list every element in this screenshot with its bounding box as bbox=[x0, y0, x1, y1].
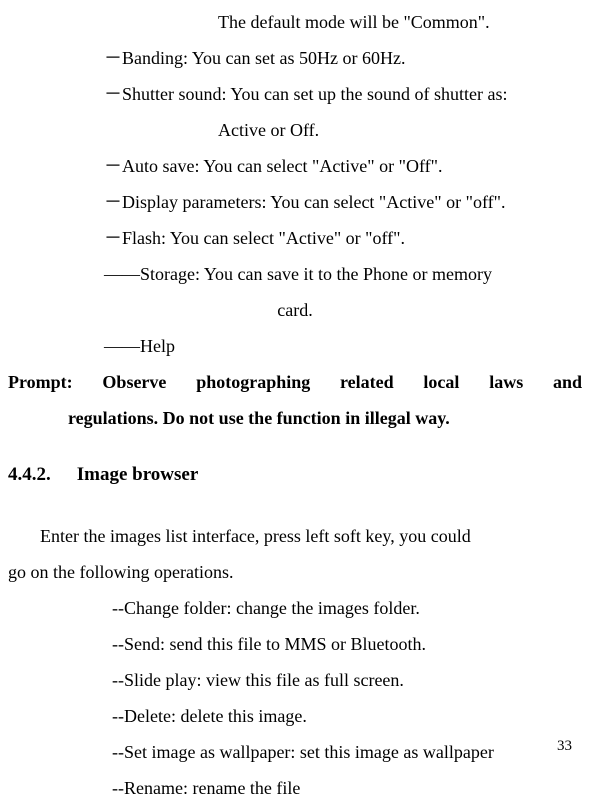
body-paragraph-1: Enter the images list interface, press l… bbox=[8, 518, 582, 554]
setting-banding: －Banding: You can set as 50Hz or 60Hz. bbox=[8, 40, 582, 76]
op-delete: --Delete: delete this image. bbox=[8, 698, 582, 734]
section-title: Image browser bbox=[77, 464, 199, 485]
op-rename: --Rename: rename the file bbox=[8, 770, 582, 806]
setting-shutter-cont: Active or Off. bbox=[8, 112, 582, 148]
section-header: 4.4.2. Image browser bbox=[8, 464, 582, 486]
setting-flash: －Flash: You can select "Active" or "off"… bbox=[8, 220, 582, 256]
prompt-line1: Prompt: Observe photographing related lo… bbox=[8, 364, 582, 400]
setting-default-mode: The default mode will be "Common". bbox=[8, 4, 582, 40]
body-paragraph-2: go on the following operations. bbox=[8, 554, 582, 590]
setting-autosave: －Auto save: You can select "Active" or "… bbox=[8, 148, 582, 184]
prompt-line2: regulations. Do not use the function in … bbox=[8, 400, 582, 436]
op-change-folder: --Change folder: change the images folde… bbox=[8, 590, 582, 626]
setting-storage: ――Storage: You can save it to the Phone … bbox=[8, 256, 582, 292]
setting-shutter: －Shutter sound: You can set up the sound… bbox=[8, 76, 582, 112]
section-number: 4.4.2. bbox=[8, 464, 72, 486]
setting-storage-cont: card. bbox=[8, 292, 582, 328]
setting-help: ――Help bbox=[8, 328, 582, 364]
op-slide: --Slide play: view this file as full scr… bbox=[8, 662, 582, 698]
setting-display-params: －Display parameters: You can select "Act… bbox=[8, 184, 582, 220]
op-send: --Send: send this file to MMS or Bluetoo… bbox=[8, 626, 582, 662]
page-number: 33 bbox=[557, 738, 572, 755]
op-wallpaper: --Set image as wallpaper: set this image… bbox=[8, 734, 582, 770]
